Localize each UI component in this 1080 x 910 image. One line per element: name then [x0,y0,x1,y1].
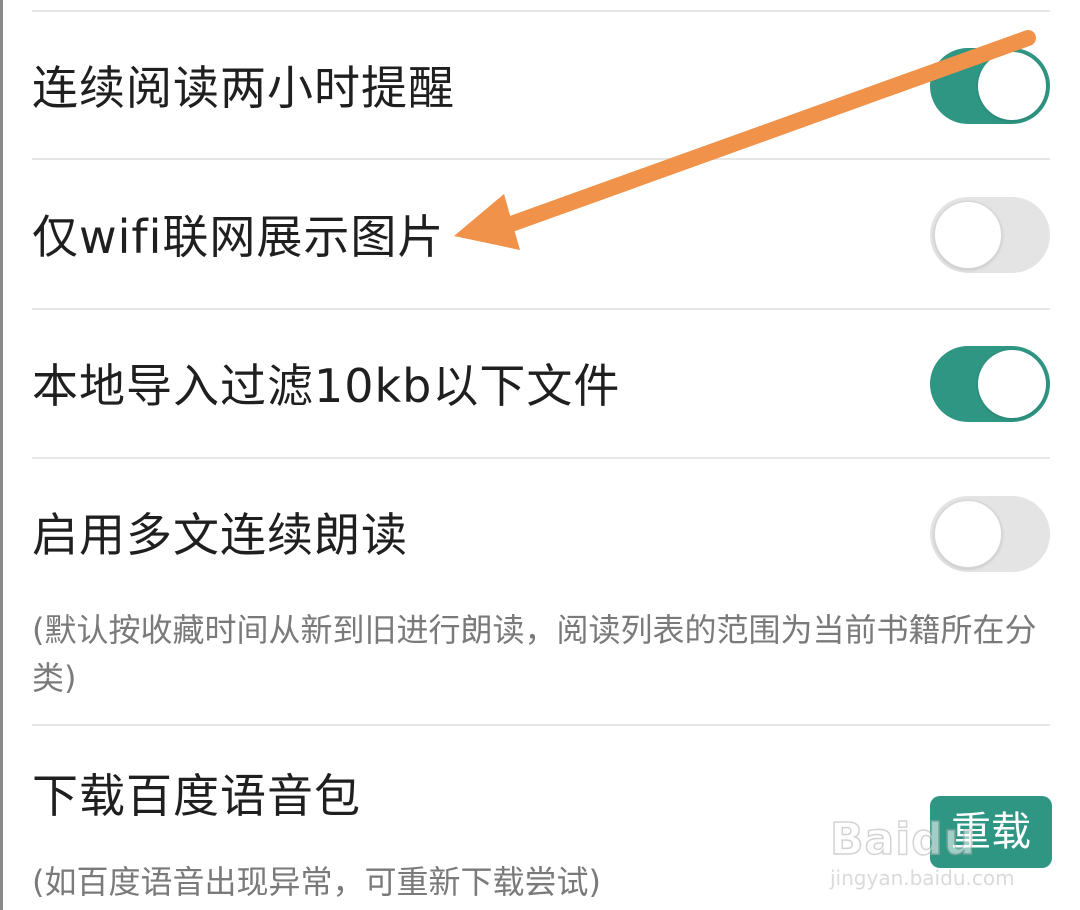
divider [32,457,1050,459]
divider [32,158,1050,160]
toggle-knob [978,52,1046,120]
toggle-knob [978,350,1046,418]
divider [32,10,1050,12]
toggle-knob [934,201,1002,269]
toggle-wifi-images[interactable] [930,197,1050,273]
setting-description-voice-pack: (如百度语音出现异常，可重新下载尝试) [32,863,601,901]
setting-label-reading-reminder: 连续阅读两小时提醒 [32,61,455,115]
setting-description-continuous-reading: (默认按收藏时间从新到旧进行朗读，阅读列表的范围为当前书籍所在分类) [32,611,1037,697]
settings-screen: 连续阅读两小时提醒 仅wifi联网展示图片 本地导入过滤10kb以下文件 启用多… [0,0,1080,910]
toggle-knob [934,500,1002,568]
toggle-continuous-reading[interactable] [930,496,1050,572]
window-edge [0,0,3,910]
divider [32,308,1050,310]
toggle-reading-reminder[interactable] [930,48,1050,124]
toggle-filter-small-files[interactable] [930,346,1050,422]
divider [32,724,1050,726]
setting-label-continuous-reading: 启用多文连续朗读 [32,508,408,562]
setting-label-wifi-images: 仅wifi联网展示图片 [32,210,445,264]
setting-label-download-voice-pack: 下载百度语音包 [32,769,361,823]
setting-label-filter-small-files: 本地导入过滤10kb以下文件 [32,359,621,413]
